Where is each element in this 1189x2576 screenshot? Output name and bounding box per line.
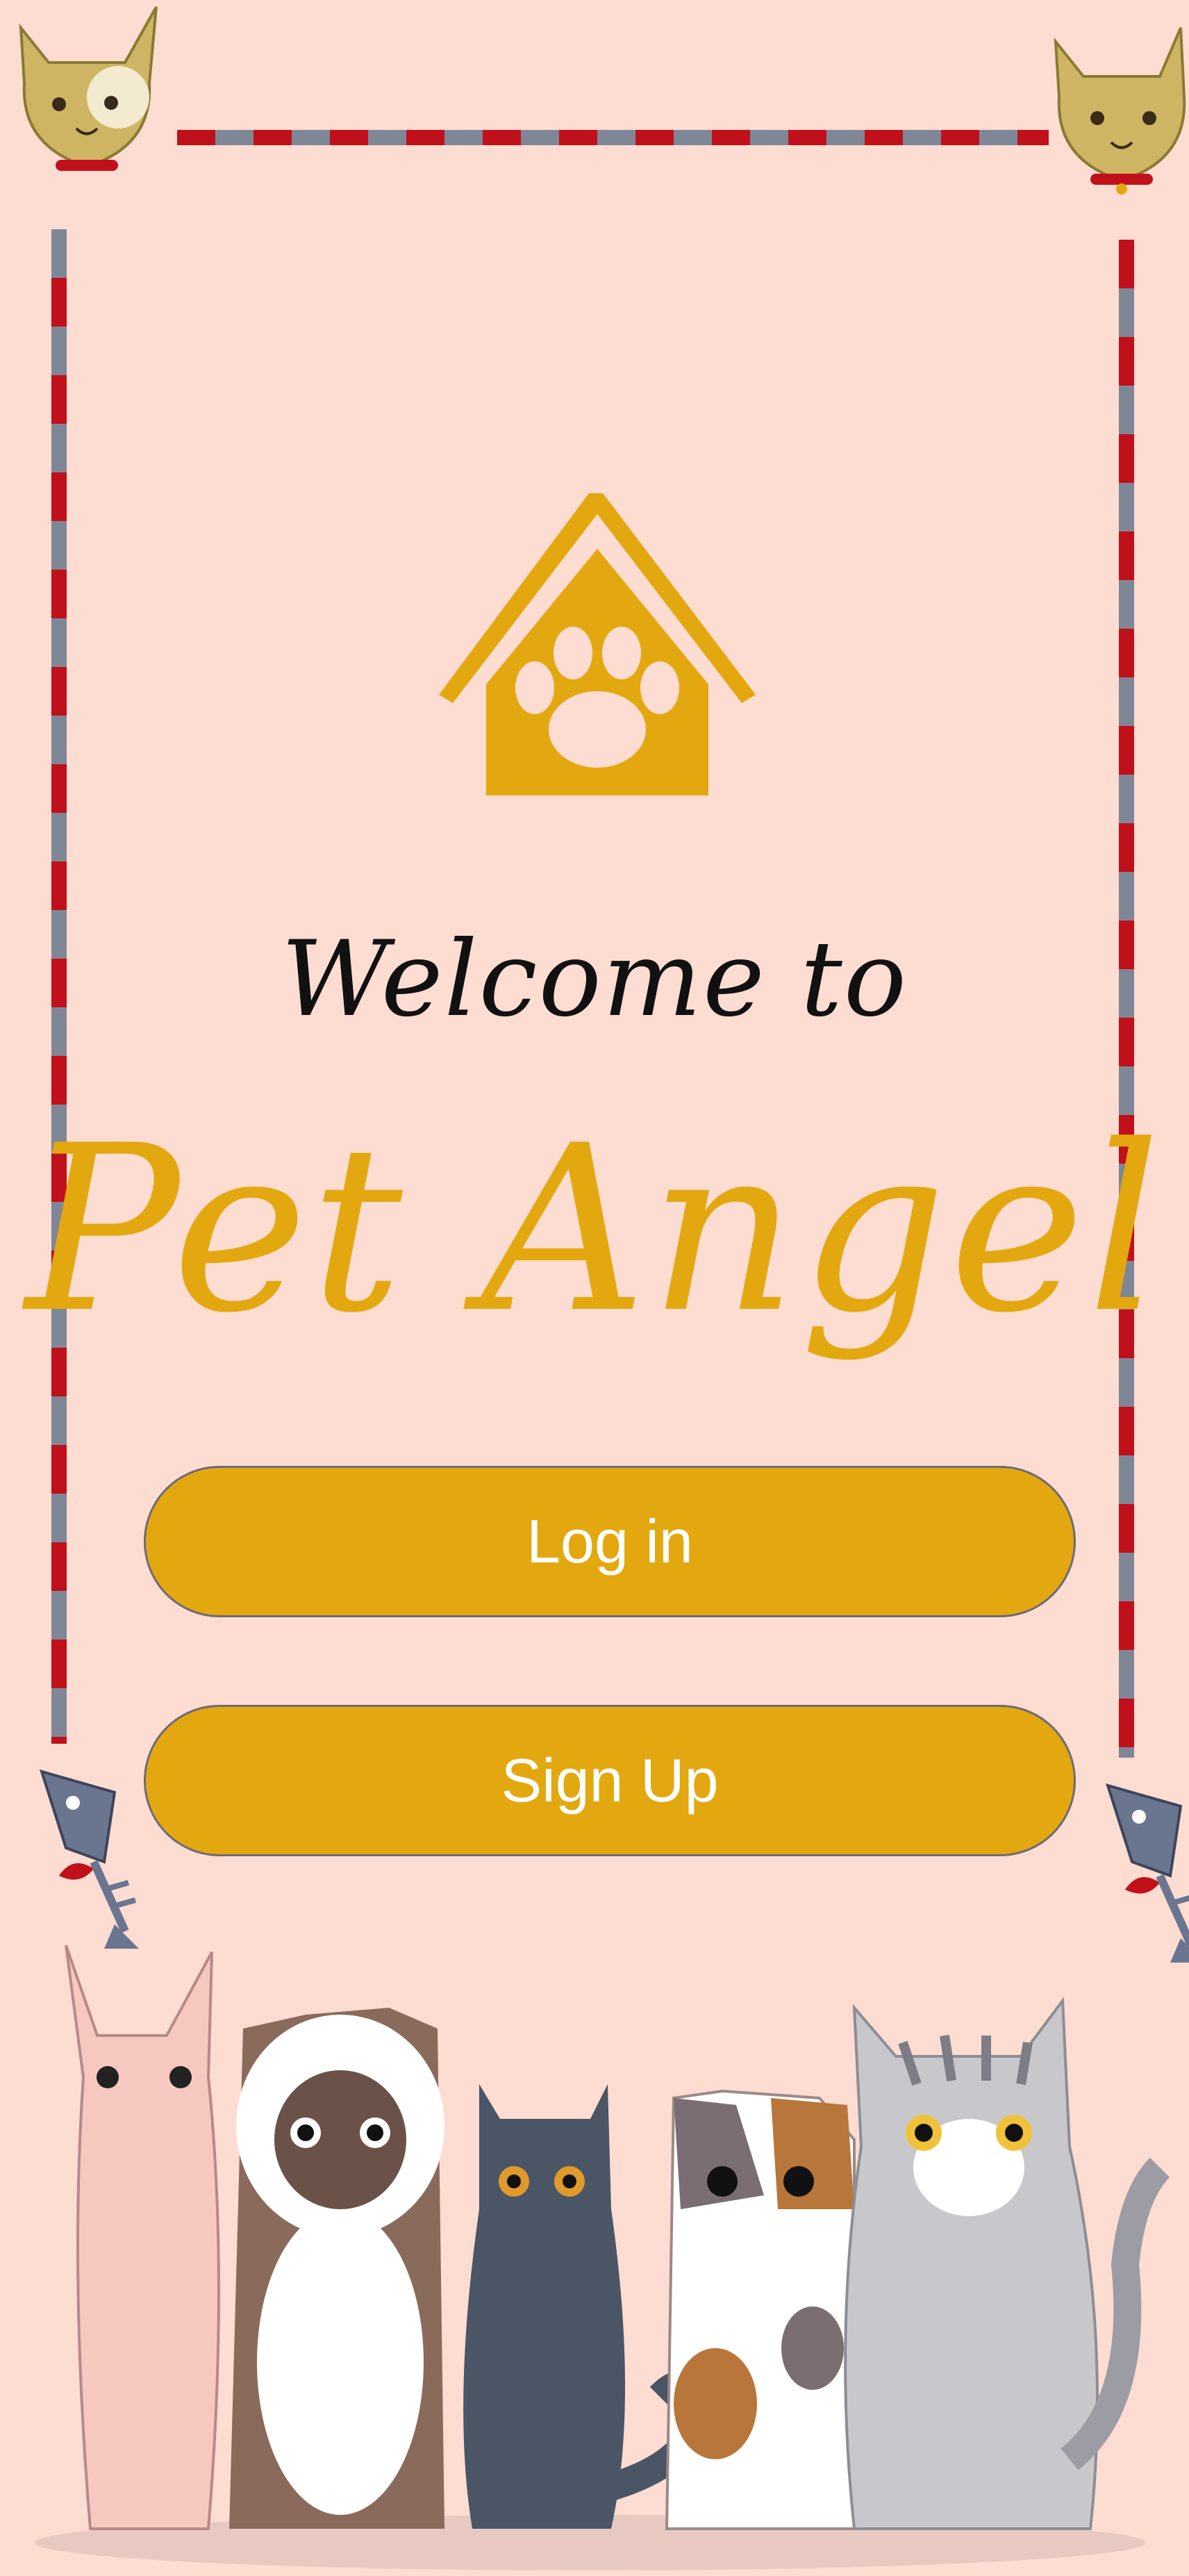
calico-cat-illustration — [665, 2089, 856, 2530]
signup-button[interactable]: Sign Up — [144, 1705, 1076, 1856]
cat-head-icon-right — [1042, 14, 1189, 195]
login-button[interactable]: Log in — [144, 1466, 1076, 1617]
app-title: Pet Angel — [25, 1096, 1164, 1363]
white-brown-cat-illustration — [229, 2008, 444, 2529]
cat-head-icon-left — [7, 0, 167, 181]
welcome-heading: Welcome to — [281, 919, 908, 1040]
house-paw-icon — [431, 486, 764, 806]
cats-group-illustration — [0, 1917, 1189, 2573]
gray-tabby-cat-illustration — [844, 1997, 1170, 2530]
hairless-cat-illustration — [65, 1945, 220, 2530]
dark-gray-cat-illustration — [463, 2084, 709, 2529]
